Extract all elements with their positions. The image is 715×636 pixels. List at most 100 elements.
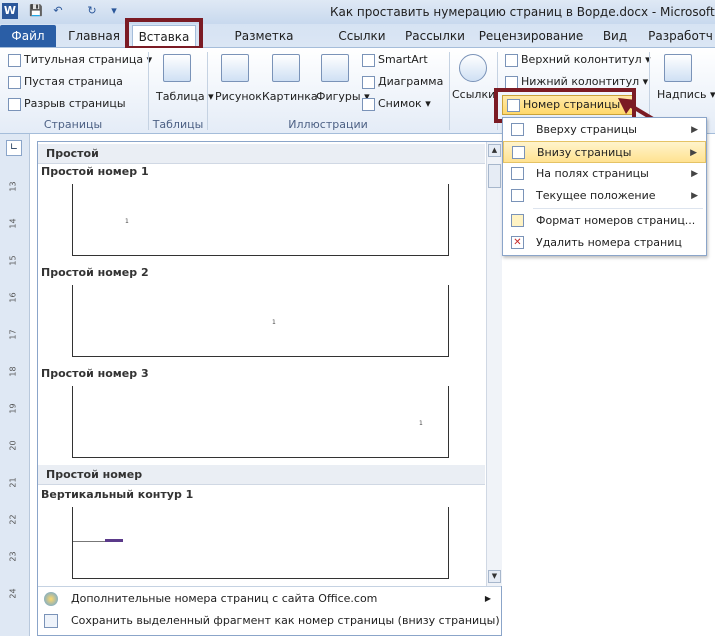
customize-quick-access-icon[interactable]: ▾ <box>106 3 122 19</box>
remove-page-numbers-icon: ✕ <box>511 236 524 249</box>
screenshot-button[interactable]: Снимок ▾ <box>362 97 431 111</box>
page-number-menu: Вверху страницы ▶ Внизу страницы ▶ На по… <box>502 117 707 256</box>
table-button[interactable]: Таблица ▾ <box>156 90 214 103</box>
ruler-number: 17 <box>8 329 18 340</box>
chart-icon <box>362 75 375 89</box>
gallery-divider <box>38 586 501 587</box>
submenu-arrow-icon: ▶ <box>484 594 491 603</box>
gallery-item-simple-2[interactable]: 1 <box>72 285 449 357</box>
title-bar: W 💾 ↶ ↻ ▾ Как проставить нумерацию стран… <box>0 0 715 24</box>
save-selection-item[interactable]: Сохранить выделенный фрагмент как номер … <box>38 610 501 632</box>
menu-item-current-position[interactable]: Текущее положение ▶ <box>503 185 706 207</box>
table-icon[interactable] <box>163 54 191 82</box>
ruler-number: 20 <box>8 440 18 451</box>
save-icon[interactable]: 💾 <box>28 3 44 19</box>
tab-references[interactable]: Ссылки <box>332 25 392 47</box>
save-selection-icon <box>44 614 58 628</box>
ruler-number: 19 <box>8 403 18 414</box>
gallery-item-vertical-1[interactable] <box>72 507 449 579</box>
tab-home[interactable]: Главная <box>62 25 126 47</box>
top-of-page-icon <box>511 123 524 136</box>
ruler-number: 24 <box>8 588 18 599</box>
screenshot-icon <box>362 97 375 111</box>
word-icon[interactable]: W <box>2 3 18 19</box>
outline-marker <box>105 539 123 542</box>
smartart-icon <box>362 53 375 67</box>
links-button[interactable]: Ссылки <box>452 88 495 101</box>
title-page-icon <box>8 53 21 67</box>
picture-button[interactable]: Рисунок <box>215 90 262 103</box>
picture-icon[interactable] <box>221 54 249 82</box>
gallery-item-title: Вертикальный контур 1 <box>41 488 194 501</box>
group-separator <box>449 52 450 130</box>
chevron-right-icon: ▶ <box>691 191 698 201</box>
footer-button[interactable]: Нижний колонтитул ▾ <box>505 75 648 89</box>
header-button[interactable]: Верхний колонтитул ▾ <box>505 53 651 67</box>
blank-page-icon <box>8 75 21 89</box>
ribbon-tabs: Файл Главная Вставка Разметка страницы С… <box>0 24 715 65</box>
menu-item-format-page-numbers[interactable]: Формат номеров страниц... <box>503 210 706 232</box>
tab-page-layout[interactable]: Разметка страницы <box>204 25 324 65</box>
tab-file[interactable]: Файл <box>0 25 56 47</box>
ruler-number: 23 <box>8 551 18 562</box>
ruler-number: 18 <box>8 366 18 377</box>
menu-separator <box>533 208 703 209</box>
group-separator <box>148 52 149 130</box>
ruler-number: 13 <box>8 181 18 192</box>
window-title: Как проставить нумерацию страниц в Ворде… <box>330 5 715 19</box>
tab-view[interactable]: Вид <box>592 25 638 47</box>
title-page-button[interactable]: Титульная страница ▾ <box>8 53 152 67</box>
current-position-icon <box>511 189 524 202</box>
tab-selector[interactable]: ∟ <box>6 140 22 156</box>
header-icon <box>505 53 518 67</box>
illustrations-group-label: Иллюстрации <box>288 118 368 131</box>
gallery-section-header: Простой <box>38 144 485 164</box>
ruler-number: 21 <box>8 477 18 488</box>
gallery-item-title: Простой номер 2 <box>41 266 149 279</box>
smartart-button[interactable]: SmartArt <box>362 53 428 67</box>
ruler-number: 14 <box>8 218 18 229</box>
tables-group-label: Таблицы <box>152 118 204 131</box>
scroll-down-button[interactable]: ▼ <box>488 570 501 583</box>
pages-group-label: Страницы <box>43 118 103 131</box>
scroll-thumb[interactable] <box>488 164 501 188</box>
menu-item-top-of-page[interactable]: Вверху страницы ▶ <box>503 119 706 141</box>
chevron-right-icon: ▶ <box>690 148 697 158</box>
clipart-icon[interactable] <box>272 54 300 82</box>
menu-item-page-margins[interactable]: На полях страницы ▶ <box>503 163 706 185</box>
ruler-number: 22 <box>8 514 18 525</box>
scroll-up-button[interactable]: ▲ <box>488 144 501 157</box>
shapes-icon[interactable] <box>321 54 349 82</box>
textbox-icon[interactable] <box>664 54 692 82</box>
page-break-icon <box>8 97 21 111</box>
page-number-gallery: Простой Простой номер 1 1 Простой номер … <box>37 141 502 636</box>
bottom-of-page-icon <box>512 146 525 159</box>
links-icon[interactable] <box>459 54 487 82</box>
ruler-number: 15 <box>8 255 18 266</box>
gallery-item-simple-3[interactable]: 1 <box>72 386 449 458</box>
menu-item-remove-page-numbers[interactable]: ✕ Удалить номера страниц <box>503 232 706 254</box>
more-page-numbers-item[interactable]: Дополнительные номера страниц с сайта Of… <box>38 588 501 610</box>
chart-button[interactable]: Диаграмма <box>362 75 443 89</box>
page-number-preview: 1 <box>419 420 423 427</box>
tab-mailings[interactable]: Рассылки <box>400 25 470 47</box>
undo-icon[interactable]: ↶ <box>50 3 66 19</box>
gallery-item-simple-1[interactable]: 1 <box>72 184 449 256</box>
chevron-right-icon: ▶ <box>691 169 698 179</box>
clipart-button[interactable]: Картинка <box>262 90 318 103</box>
chevron-right-icon: ▶ <box>691 125 698 135</box>
page-break-button[interactable]: Разрыв страницы <box>8 97 126 111</box>
gallery-scrollbar[interactable]: ▲ ▼ <box>486 142 502 586</box>
office-com-icon <box>44 592 58 606</box>
blank-page-button[interactable]: Пустая страница <box>8 75 123 89</box>
tab-developer[interactable]: Разработч <box>646 25 715 47</box>
ruler-number: 16 <box>8 292 18 303</box>
gallery-item-title: Простой номер 3 <box>41 367 149 380</box>
gallery-item-title: Простой номер 1 <box>41 165 149 178</box>
menu-item-bottom-of-page[interactable]: Внизу страницы ▶ <box>503 141 706 163</box>
page-number-preview: 1 <box>125 218 129 225</box>
vertical-ruler: ∟ 13 14 15 16 17 18 19 20 21 22 23 24 <box>0 134 30 636</box>
redo-icon[interactable]: ↻ <box>84 3 100 19</box>
format-page-numbers-icon <box>511 214 524 227</box>
tab-review[interactable]: Рецензирование <box>478 25 584 47</box>
